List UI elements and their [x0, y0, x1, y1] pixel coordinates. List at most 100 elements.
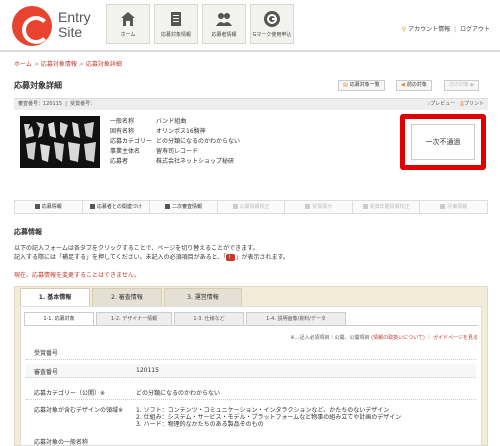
- g-logo-icon[interactable]: [12, 6, 52, 46]
- step-icon: [362, 204, 368, 209]
- house-icon: [121, 12, 135, 26]
- entry-spec-table: 一般名称 バンド組曲 固有名称 オリンポス16騎神 応募カテゴリー どの分類になるのか…: [110, 117, 240, 167]
- tab-label: 3. 運営情報: [187, 294, 219, 301]
- step-icon: [34, 204, 40, 209]
- arrow-right-icon: ▶: [470, 82, 475, 88]
- nav-gmark-button[interactable]: Gマーク使用申込: [250, 4, 294, 44]
- subtab-entry[interactable]: 1-1. 応募対象: [24, 312, 94, 325]
- spec-value: バンド組曲: [156, 118, 187, 125]
- print-link[interactable]: プリント: [464, 101, 484, 107]
- next-entry-button[interactable]: 次の対象 ▶: [444, 80, 480, 91]
- nav-home-label: ホーム: [120, 32, 136, 38]
- subtab-label: 1-3. 仕様など: [193, 316, 225, 322]
- preview-link[interactable]: プレビュー: [430, 101, 455, 107]
- prev-entry-button[interactable]: ◀ 前の対象: [396, 80, 432, 91]
- field-legend: ※…記入必須項目｜公開、公開項目 (情報の取扱いについて) ｜ ガイドページを見…: [290, 334, 478, 341]
- spec-row: 一般名称 バンド組曲: [110, 117, 240, 127]
- award-number: 受賞番号：: [70, 101, 96, 107]
- spec-value: オリンポス16騎神: [156, 128, 206, 135]
- spec-row: 事業主体名 留寿司レコード: [110, 147, 240, 157]
- site-logo-text[interactable]: Entry Site: [58, 10, 91, 40]
- logo-line-1: Entry: [58, 9, 91, 25]
- step-label: 受賞年鑑情報校正: [369, 204, 410, 210]
- field-value: 120115: [136, 367, 159, 374]
- step-label: 応募情報: [41, 204, 62, 210]
- entry-thumbnail[interactable]: [20, 116, 100, 168]
- spec-row: 固有名称 オリンポス16騎神: [110, 127, 240, 137]
- tab-operation-info[interactable]: 3. 運営情報: [164, 288, 242, 306]
- spec-row: 応募カテゴリー どの分類になるのかわからない: [110, 137, 240, 147]
- field-label: 審査番号: [34, 369, 59, 376]
- tab-basic-info[interactable]: 1. 基本情報: [20, 288, 90, 306]
- document-icon: [171, 12, 181, 26]
- nav-entries-button[interactable]: 応募対象情報: [154, 4, 198, 44]
- people-icon: [216, 13, 232, 26]
- guide-page-link[interactable]: ガイドページを見る: [433, 335, 478, 341]
- legend-text: ※…記入必須項目｜公開、公開項目: [290, 335, 370, 341]
- step-label: 公開情報校正: [239, 204, 270, 210]
- step-icon: [164, 204, 170, 209]
- form-row: 受賞番号: [26, 348, 476, 360]
- header-divider: [0, 50, 500, 52]
- arrow-left-icon: ◀: [401, 82, 405, 88]
- field-value: どの分類になるのかわからない: [136, 390, 221, 397]
- subtab-label: 1-2. デザイナー情報: [110, 316, 158, 322]
- form-note-required: 記入する際には「補足する」を押してください。未記入の必須項目があると、「！」が表…: [14, 254, 289, 261]
- step-second-review[interactable]: 二次審査情報: [150, 201, 218, 213]
- breadcrumb-current: 応募対象詳細: [85, 61, 122, 68]
- note-text: が表示されます。: [241, 254, 289, 261]
- page-title: 応募対象詳細: [14, 81, 62, 90]
- next-entry-label: 次の対象: [449, 82, 470, 88]
- note-text: 記入する際には「補足する」を押してください。未記入の必須項目があると、: [14, 254, 224, 261]
- prev-entry-label: 前の対象: [406, 82, 427, 88]
- step-icon: [440, 204, 446, 209]
- step-award-exhibit: 受賞展示: [285, 201, 353, 213]
- locked-notice: 現在、応募情報を変更することはできません。: [14, 272, 140, 279]
- nav-applicant-label: 応募者情報: [211, 32, 237, 38]
- step-label: 評価情報: [447, 204, 468, 210]
- step-yearbook-proof: 受賞年鑑情報校正: [353, 201, 421, 213]
- review-number: 審査番号：120115: [18, 101, 63, 107]
- entry-list-button[interactable]: ▤ 応募対象一覧: [338, 80, 385, 91]
- breadcrumb-home[interactable]: ホーム: [14, 61, 32, 68]
- subtab-materials[interactable]: 1-4. 説明画像/資料/データ: [246, 312, 346, 325]
- breadcrumb-entries[interactable]: 応募対象情報: [41, 61, 77, 68]
- step-label: 受賞展示: [312, 204, 333, 210]
- step-icon: [232, 204, 238, 209]
- field-label: 応募カテゴリー（公開）※: [34, 390, 106, 397]
- subtab-label: 1-1. 応募対象: [43, 316, 75, 322]
- logout-link[interactable]: ログアウト: [460, 26, 490, 33]
- spec-value: どの分類になるのかわからない: [156, 138, 241, 145]
- field-value: 3. ハード：物理的なかたちのある製品そのもの: [136, 421, 264, 428]
- step-label: 二次審査情報: [171, 204, 202, 210]
- breadcrumb: ホーム > 応募対象情報 > 応募対象詳細: [14, 61, 122, 68]
- nav-gmark-label: Gマーク使用申込: [252, 32, 292, 38]
- spec-key: 固有名称: [110, 128, 135, 135]
- nav-home-button[interactable]: ホーム: [106, 4, 150, 44]
- field-label: 受賞番号: [34, 350, 59, 357]
- step-applicant-link[interactable]: 応募者との関連づけ: [83, 201, 151, 213]
- nav-applicant-button[interactable]: 応募者情報: [202, 4, 246, 44]
- account-link[interactable]: アカウント情報: [408, 26, 450, 33]
- form-row: 応募カテゴリー（公開）※ どの分類になるのかわからない: [26, 388, 476, 400]
- spec-key: 事業主体名: [110, 148, 141, 155]
- status-badge: 一次不通過: [411, 124, 475, 160]
- data-handling-link[interactable]: (情報の取扱いについて): [371, 335, 425, 341]
- subtab-specs[interactable]: 1-3. 仕様など: [174, 312, 244, 325]
- workflow-step-bar: 応募情報 応募者との関連づけ 二次審査情報 公開情報校正 受賞展示 受賞年鑑情報…: [14, 200, 488, 214]
- subtab-label: 1-4. 説明画像/資料/データ: [266, 316, 326, 322]
- legend-separator: ｜: [426, 335, 432, 341]
- key-icon: ⚲: [401, 26, 407, 33]
- form-row: 応募対象が含むデザインの領域※ 1. ソフト：コンテンツ・コミュニケーション・イ…: [26, 405, 476, 431]
- field-label: 応募対象の一般名称: [34, 439, 89, 446]
- nav-entries-label: 応募対象情報: [160, 32, 191, 38]
- tab-review-info[interactable]: 2. 審査情報: [92, 288, 162, 306]
- subtab-designer[interactable]: 1-2. デザイナー情報: [96, 312, 172, 325]
- field-label: 応募対象が含むデザインの領域※: [34, 407, 124, 414]
- step-entry-info[interactable]: 応募情報: [15, 201, 83, 213]
- status-highlight: 一次不通過: [400, 114, 486, 170]
- step-label: 応募者との関連づけ: [96, 204, 142, 210]
- spec-key: 一般名称: [110, 118, 135, 125]
- header-links: ⚲ アカウント情報 | ログアウト: [402, 24, 490, 33]
- spec-key: 応募者: [110, 158, 129, 165]
